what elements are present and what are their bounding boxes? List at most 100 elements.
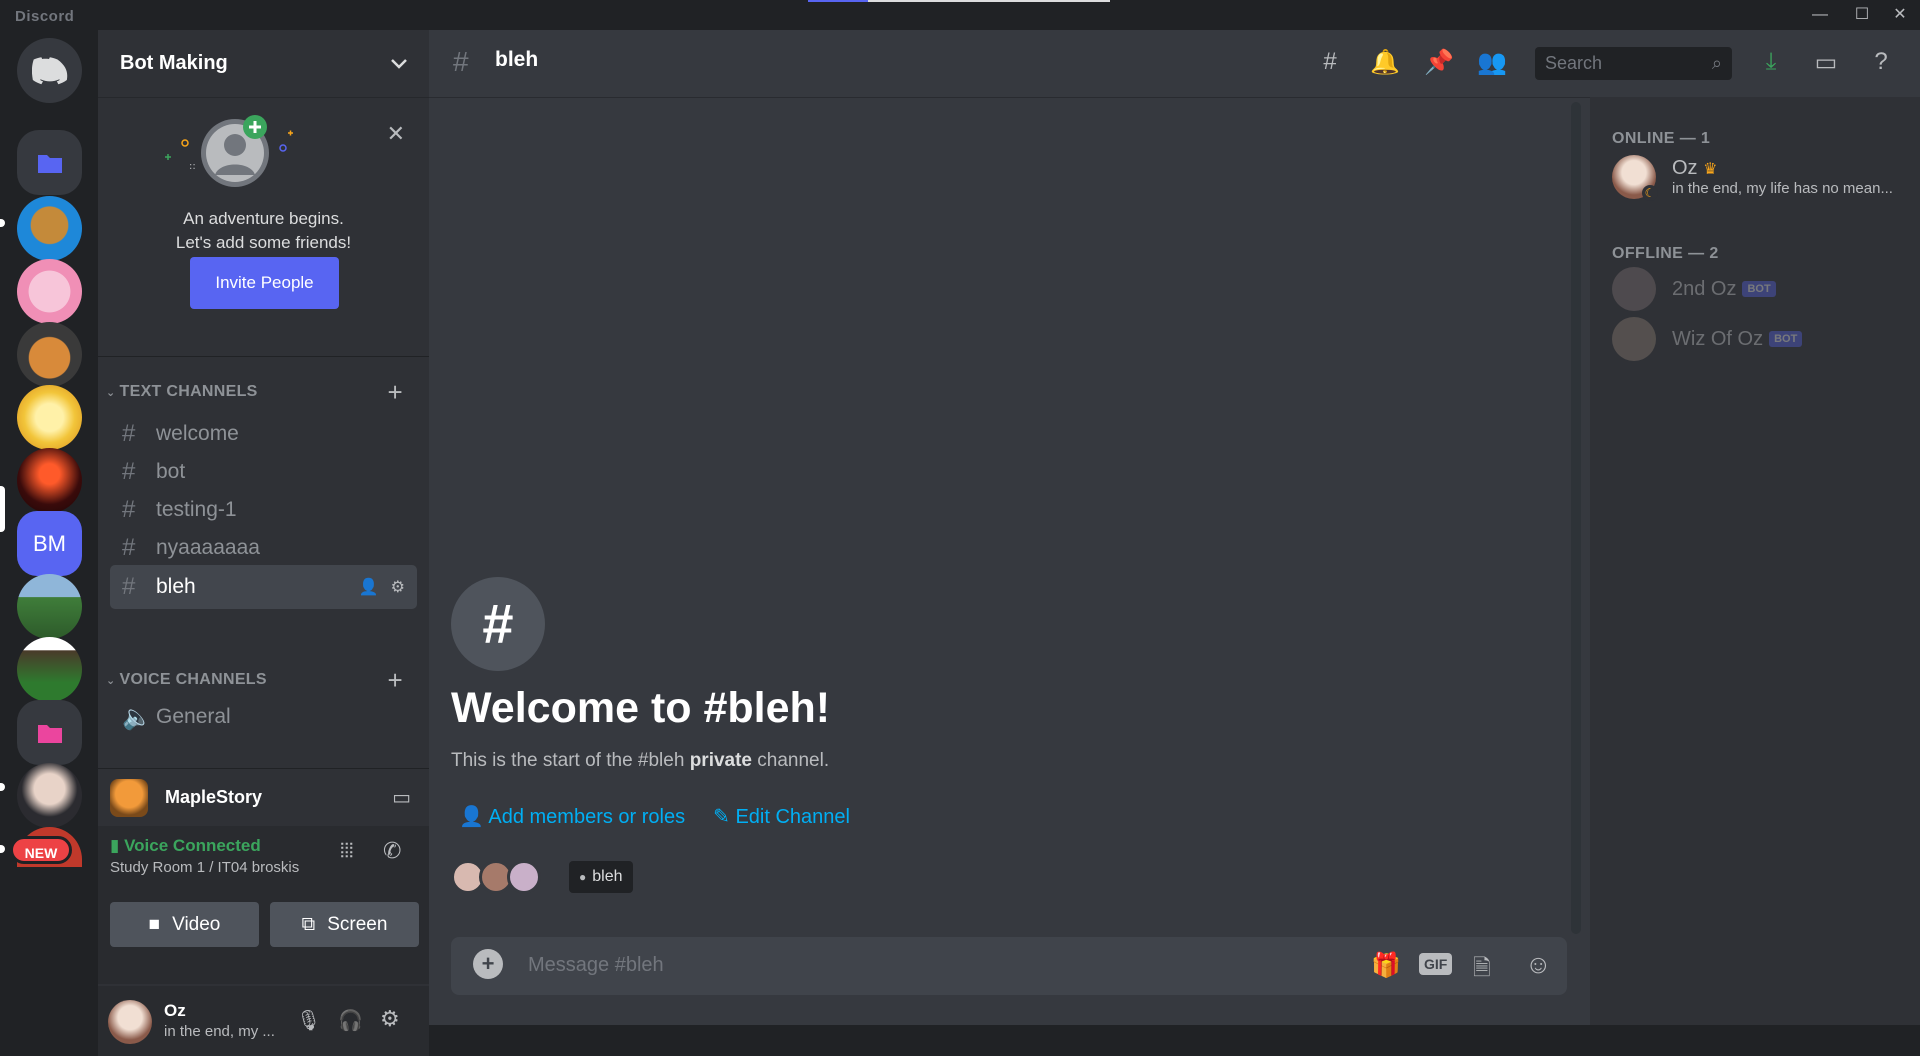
server-icon-1[interactable] [17,196,82,261]
camera-icon: ■ [148,913,161,935]
invite-people-button[interactable]: Invite People [190,257,339,309]
user-settings-gear-icon[interactable]: ⚙ [380,1006,400,1032]
avatar: ☾ [1612,155,1658,201]
video-button[interactable]: ■ Video [110,902,259,947]
server-icon-3[interactable] [17,322,82,387]
server-name: Bot Making [120,52,228,74]
edit-channel-link[interactable]: ✎ Edit Channel [713,804,850,829]
search-input[interactable]: Search ⌕ [1535,47,1732,80]
bot-tag: BOT [1769,331,1803,348]
add-members-link[interactable]: 👤 Add members or roles [459,804,685,829]
voice-connected-status[interactable]: ▮ Voice Connected [110,836,261,856]
avatar[interactable] [507,860,541,894]
server-icon-4[interactable] [17,385,82,450]
channel-bleh[interactable]: # bleh 👤 ⚙ [110,565,417,609]
welcome-subtitle: This is the start of the #bleh private c… [451,750,830,771]
idle-moon-icon: ☾ [1642,185,1658,201]
minimize-button[interactable]: — [1800,2,1840,28]
sticker-icon[interactable]: 🗎 [1473,951,1491,989]
invite-member-icon[interactable]: 👤 [359,577,379,597]
add-user-icon: 👤 [459,806,489,828]
user-name: Oz [164,1001,186,1020]
message-composer[interactable]: + Message #bleh 🎁 GIF 🗎 ☺ [451,937,1567,995]
user-status: in the end, my ... [164,1023,275,1040]
home-button[interactable] [17,38,82,103]
server-rail: BM NEW [0,30,98,1025]
member-list: ONLINE — 1 ☾ Oz ♛ in the end, my life ha… [1590,97,1920,1025]
signal-icon: ▮ [110,836,120,855]
emoji-icon[interactable]: ☺ [1525,949,1552,980]
server-icon-bot-making[interactable]: BM [17,511,82,576]
channel-nyaaaaaaa[interactable]: # nyaaaaaaa [110,526,417,570]
server-icon-7[interactable] [17,574,82,639]
scrollbar[interactable] [1571,102,1581,934]
threads-icon[interactable]: # [1314,48,1346,80]
server-folder-2[interactable] [17,700,82,765]
channel-sidebar: Bot Making ✕ :: An adventure begins. Let… [98,30,429,1056]
create-channel-icon[interactable]: + [388,377,403,408]
member-wiz-of-oz[interactable]: Wiz Of Oz BOT [1612,315,1912,363]
crown-icon: ♛ [1703,161,1718,178]
member-2nd-oz[interactable]: 2nd Oz BOT [1612,265,1912,313]
screen-share-button[interactable]: ⧉ Screen [270,902,419,947]
create-channel-icon[interactable]: + [388,665,403,696]
server-icon-2[interactable] [17,259,82,324]
noise-suppression-icon[interactable]: ⦙⦙⦙ [340,840,353,863]
gear-icon[interactable]: ⚙ [391,577,405,597]
locked-hash-icon: # [122,496,136,523]
folder-icon [37,154,62,173]
new-badge[interactable]: NEW [10,836,72,864]
offline-header: OFFLINE — 2 [1612,245,1719,262]
chevron-down-icon: ⌄ [106,674,116,687]
user-panel: Oz in the end, my ... 🎙 🎧 ⚙ [98,986,429,1056]
title-bar: Discord — ☐ ✕ [0,0,1920,30]
maximize-button[interactable]: ☐ [1842,2,1882,28]
online-header: ONLINE — 1 [1612,130,1711,147]
headphones-icon[interactable]: 🎧 [338,1008,363,1033]
server-icon-minecraft[interactable] [17,637,82,702]
dot-icon: ● [579,870,587,884]
category-voice-channels[interactable]: ⌄ VOICE CHANNELS + [106,665,417,695]
avatar [1612,267,1656,311]
welcome-actions: 👤 Add members or roles ✎ Edit Channel [459,804,850,829]
locked-hash-icon: # [122,573,136,600]
folder-icon [37,724,62,743]
channel-header: # bleh # 🔔 📌 👥 Search ⌕ ⤓ ▭ ? [429,30,1920,97]
download-icon[interactable]: ⤓ [1755,48,1787,80]
locked-hash-icon: # [122,534,136,561]
welcome-title: Welcome to #bleh! [451,684,831,732]
stream-game-icon[interactable]: ▭ [392,785,411,810]
svg-text:::: :: [189,161,196,172]
help-icon[interactable]: ? [1865,48,1897,80]
voice-channel-general[interactable]: 🔈 General [110,695,417,739]
server-header[interactable]: Bot Making [98,30,429,97]
server-icon-9[interactable] [17,763,82,828]
member-list-icon[interactable]: 👥 [1476,48,1508,80]
gif-button[interactable]: GIF [1419,953,1453,975]
server-icon-5[interactable] [17,448,82,513]
bell-icon[interactable]: 🔔 [1369,48,1401,80]
discord-logo-icon [31,56,67,84]
member-oz[interactable]: ☾ Oz ♛ in the end, my life has no mean..… [1612,153,1912,201]
activity-name: MapleStory [165,787,263,807]
search-icon: ⌕ [1711,53,1722,73]
voice-room-name[interactable]: Study Room 1 / IT04 broskis [110,859,299,876]
gift-icon[interactable]: 🎁 [1371,951,1401,980]
invite-card: ✕ :: An adventure begins. Let's add some… [98,97,429,357]
activity-panel: MapleStory ▭ [98,768,429,826]
server-folder[interactable] [17,130,82,195]
pin-icon[interactable]: 📌 [1423,48,1455,80]
locked-hash-icon: # [451,577,545,671]
bot-tag: BOT [1742,281,1776,298]
avatar[interactable] [108,1000,152,1044]
category-text-channels[interactable]: ⌄ TEXT CHANNELS + [106,377,417,407]
message-input[interactable]: Message #bleh [528,954,664,977]
mute-microphone-icon[interactable]: 🎙 [296,1008,321,1033]
inbox-icon[interactable]: ▭ [1810,48,1842,80]
channel-chip[interactable]: ● bleh [569,861,633,893]
upload-plus-icon[interactable]: + [473,949,503,979]
close-window-button[interactable]: ✕ [1880,2,1920,28]
game-icon [110,779,148,817]
close-icon[interactable]: ✕ [387,121,405,147]
disconnect-call-icon[interactable]: ✆ [383,838,401,864]
